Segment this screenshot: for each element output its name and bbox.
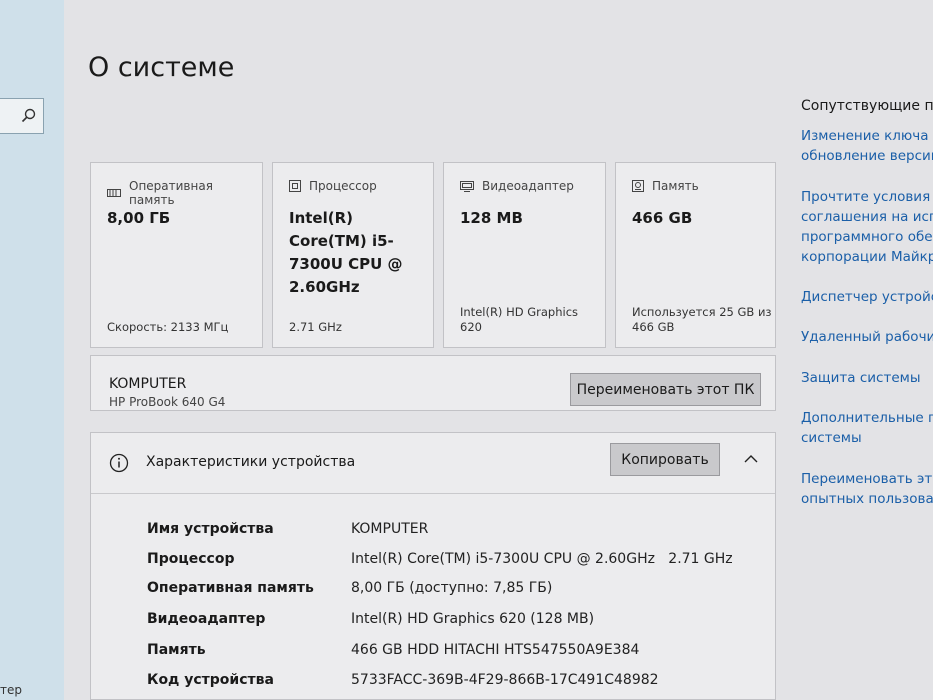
spec-value: 466 GB HDD HITACHI HTS547550A9E384	[351, 642, 640, 658]
link-license-terms[interactable]: корпорации Майкр	[801, 247, 933, 267]
card-value: 8,00 ГБ	[107, 209, 171, 227]
spec-key: Видеоадаптер	[147, 611, 266, 627]
spec-value: Intel(R) Core(TM) i5-7300U CPU @ 2.60GHz…	[351, 551, 733, 567]
device-specs-header[interactable]: Характеристики устройства Копировать	[91, 433, 775, 494]
link-remote-desktop[interactable]: Удаленный рабочи	[801, 327, 933, 347]
sidebar-item-label[interactable]: тер	[0, 683, 22, 697]
card-storage: Память 466 GB Используется 25 GB из 466 …	[615, 162, 776, 348]
spec-key: Память	[147, 642, 206, 658]
card-ram: Оперативная память 8,00 ГБ Скорость: 213…	[90, 162, 263, 348]
cpu-icon	[289, 180, 301, 192]
link-change-product-key[interactable]: обновление версии	[801, 146, 933, 166]
spec-key: Оперативная память	[147, 580, 314, 596]
spec-value: 8,00 ГБ (доступно: 7,85 ГБ)	[351, 580, 553, 596]
search-box[interactable]	[0, 98, 44, 134]
device-specs-panel: Характеристики устройства Копировать Имя…	[90, 432, 776, 700]
card-value: 128 MB	[460, 209, 523, 227]
link-device-manager[interactable]: Диспетчер устройс	[801, 287, 933, 307]
spec-key: Код устройства	[147, 672, 274, 688]
device-specs-title: Характеристики устройства	[146, 454, 356, 470]
card-label: Память	[652, 179, 699, 193]
link-system-protection[interactable]: Защита системы	[801, 368, 920, 388]
chevron-up-icon[interactable]	[743, 453, 759, 465]
link-advanced-system-settings[interactable]: системы	[801, 428, 862, 448]
card-label: Оперативная память	[129, 179, 213, 207]
memory-icon	[107, 189, 121, 197]
spec-value: Intel(R) HD Graphics 620 (128 MB)	[351, 611, 595, 627]
link-rename-pc-advanced[interactable]: Переименовать это	[801, 469, 933, 489]
card-subtext: Intel(R) HD Graphics 620	[460, 305, 579, 334]
link-advanced-system-settings[interactable]: Дополнительные па	[801, 408, 933, 428]
link-rename-pc-advanced[interactable]: опытных пользоват	[801, 489, 933, 509]
card-subtext: 2.71 GHz	[289, 320, 342, 334]
card-cpu: Процессор Intel(R) Core(TM) i5-7300U CPU…	[272, 162, 434, 348]
link-license-terms[interactable]: программного обес	[801, 227, 933, 247]
link-license-terms[interactable]: соглашения на исп	[801, 207, 933, 227]
info-icon	[109, 453, 129, 473]
search-icon	[21, 108, 36, 123]
copy-button[interactable]: Копировать	[610, 443, 720, 476]
card-gpu: Видеоадаптер 128 MB Intel(R) HD Graphics…	[443, 162, 606, 348]
pc-model: HP ProBook 640 G4	[109, 395, 226, 409]
page-title: О системе	[88, 52, 235, 83]
related-settings-title: Сопутствующие пар	[801, 98, 933, 114]
link-license-terms[interactable]: Прочтите условия л	[801, 187, 933, 207]
related-settings: Сопутствующие пар Изменение ключа п обно…	[801, 0, 933, 700]
spec-key: Процессор	[147, 551, 235, 567]
spec-key: Имя устройства	[147, 521, 274, 537]
pc-name-panel: KOMPUTER HP ProBook 640 G4 Переименовать…	[90, 355, 776, 411]
card-value: Intel(R) Core(TM) i5-7300U CPU @ 2.60GHz	[289, 209, 403, 296]
card-subtext: Используется 25 GB из 466 GB	[632, 305, 772, 334]
link-change-product-key[interactable]: Изменение ключа п	[801, 126, 933, 146]
card-label: Видеоадаптер	[482, 179, 574, 193]
pc-name: KOMPUTER	[109, 376, 187, 392]
rename-pc-button[interactable]: Переименовать этот ПК	[570, 373, 761, 406]
card-label: Процессор	[309, 179, 377, 193]
gpu-icon	[460, 180, 474, 192]
spec-value: KOMPUTER	[351, 521, 429, 537]
card-subtext: Скорость: 2133 МГц	[107, 320, 229, 334]
spec-value: 5733FACC-369B-4F29-866B-17C491C48982	[351, 672, 659, 688]
storage-icon	[632, 180, 644, 192]
card-value: 466 GB	[632, 209, 693, 227]
